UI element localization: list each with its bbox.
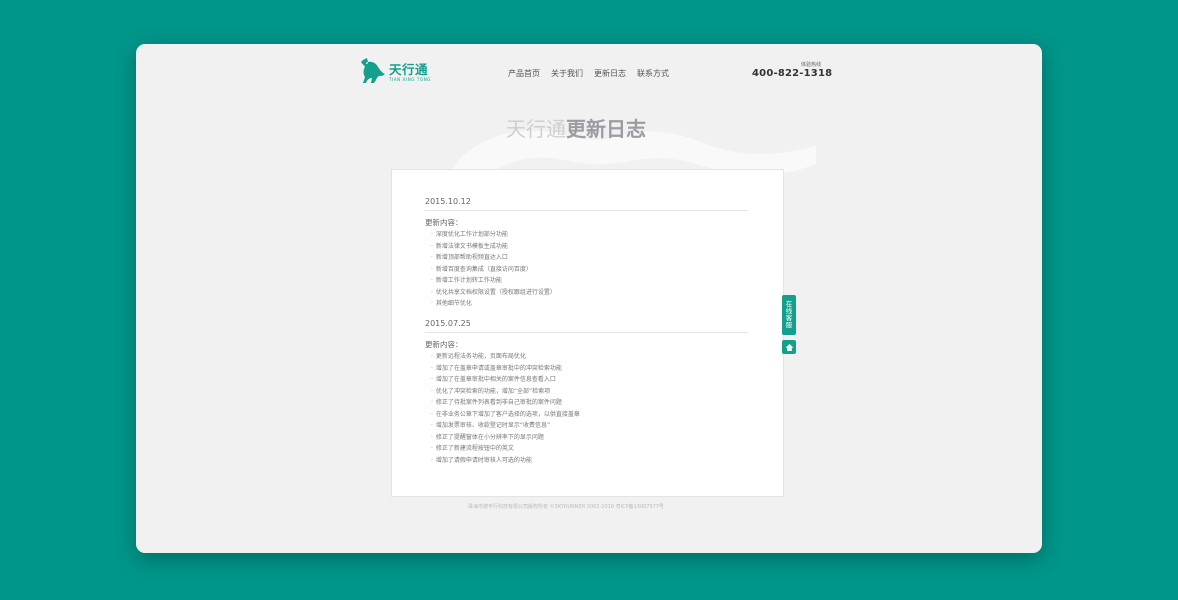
main-nav: 产品首页 关于我们 更新日志 联系方式	[508, 69, 680, 79]
list-item: 优化了冲突检索的功能，增加“全部”检索项	[425, 386, 748, 398]
list-item: 修正了待批案件列表看到非自己审批的案件问题	[425, 397, 748, 409]
back-to-top-button[interactable]	[782, 340, 796, 354]
list-item: 增加发票审核、收款登记时显示“收费信息”	[425, 420, 748, 432]
online-service-label: 在线客服	[785, 300, 793, 329]
entry-items: 深度优化工作计划部分功能 新增法律文书模板生成功能 新增顶部帮助视频直达入口 新…	[425, 229, 748, 310]
logo-subtitle: TIAN XING TONG	[389, 77, 431, 82]
list-item: 其他细节优化	[425, 298, 748, 310]
logo[interactable]: 天行通 TIAN XING TONG	[360, 56, 431, 86]
footer-copyright: 珠海市德丰行科技有限公司版权所有 ©SKYRUNNER 2002-2016 粤I…	[468, 504, 665, 510]
list-item: 新增法律文书模板生成功能	[425, 241, 748, 253]
entry-date: 2015.07.25	[425, 318, 748, 333]
changelog-card: 2015.10.12 更新内容： 深度优化工作计划部分功能 新增法律文书模板生成…	[391, 169, 784, 497]
list-item: 新增百度查询集成（直接访问百度）	[425, 264, 748, 276]
list-item: 增加了在盖章审批中相关的案件信息查看入口	[425, 374, 748, 386]
entry-date: 2015.10.12	[425, 196, 748, 211]
nav-home[interactable]: 产品首页	[508, 69, 540, 79]
horse-logo-icon	[361, 58, 385, 83]
page-title: 天行通更新日志	[506, 117, 646, 141]
page-title-main: 更新日志	[566, 117, 646, 141]
list-item: 深度优化工作计划部分功能	[425, 229, 748, 241]
nav-contact[interactable]: 联系方式	[637, 69, 669, 79]
list-item: 修正了提醒窗体在小分辨率下的显示问题	[425, 432, 748, 444]
changelog-entry: 2015.07.25 更新内容： 更新远程法务功能，页面布局优化 增加了在盖章申…	[425, 318, 748, 466]
entry-items: 更新远程法务功能，页面布局优化 增加了在盖章申请或盖章审批中的冲突检索功能 增加…	[425, 351, 748, 466]
list-item: 在非业务公章下增加了客户选择的选项，以供直接盖章	[425, 409, 748, 421]
list-item: 新增顶部帮助视频直达入口	[425, 252, 748, 264]
online-service-button[interactable]: 在线客服	[782, 295, 796, 335]
list-item: 更新远程法务功能，页面布局优化	[425, 351, 748, 363]
nav-about[interactable]: 关于我们	[551, 69, 583, 79]
list-item: 新增工作计划转工作功能	[425, 275, 748, 287]
hotline-number: 400-822-1318	[752, 68, 833, 79]
entry-heading: 更新内容：	[425, 340, 463, 349]
changelog-entry: 2015.10.12 更新内容： 深度优化工作计划部分功能 新增法律文书模板生成…	[425, 196, 748, 310]
nav-changelog[interactable]: 更新日志	[594, 69, 626, 79]
page-title-brand: 天行通	[506, 117, 566, 141]
logo-name: 天行通	[389, 62, 429, 77]
list-item: 修正了新建流程按钮中的英文	[425, 443, 748, 455]
home-up-icon	[785, 343, 793, 351]
entry-heading: 更新内容：	[425, 218, 463, 227]
browser-frame: 天行通 TIAN XING TONG 产品首页 关于我们 更新日志 联系方式 体…	[136, 44, 1042, 553]
list-item: 增加了在盖章申请或盖章审批中的冲突检索功能	[425, 363, 748, 375]
list-item: 优化共享文档权限设置（授权跟组进行设置）	[425, 287, 748, 299]
hotline: 体验热线 400-822-1318	[752, 62, 833, 80]
list-item: 增加了请假申请时审核人可选的功能	[425, 455, 748, 467]
